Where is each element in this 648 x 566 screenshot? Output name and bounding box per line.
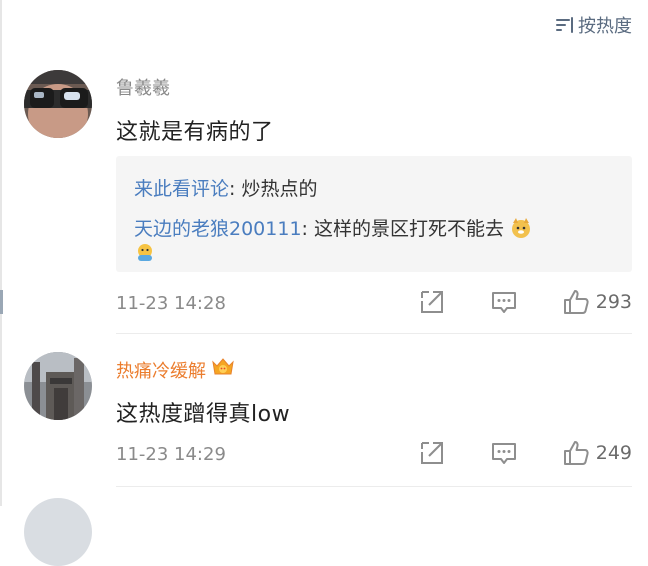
comment-timestamp: 11-23 14:29 (116, 444, 226, 465)
avatar[interactable] (24, 70, 92, 138)
like-count: 249 (595, 442, 632, 464)
like-button[interactable]: 293 (562, 288, 632, 316)
doge-emoji-icon (510, 217, 532, 244)
reply-text: : 炒热点的 (229, 178, 318, 200)
avatar[interactable] (24, 352, 92, 420)
comment-content: 这热度蹭得真low (116, 402, 291, 427)
emoji-icon (134, 244, 156, 269)
comment-actions: 249 (418, 439, 632, 467)
like-button[interactable]: 249 (562, 439, 632, 467)
scroll-indicator[interactable] (0, 290, 3, 314)
reply-preview-box[interactable]: 来此看评论: 炒热点的 天边的老狼200111: 这样的景区打死不能去 (116, 156, 632, 272)
comment-content: 这就是有病的了 (116, 120, 274, 145)
comment-timestamp: 11-23 14:28 (116, 293, 226, 314)
left-edge-border (0, 0, 2, 506)
reply-emoji-line (134, 242, 156, 269)
comment-icon[interactable] (490, 288, 518, 316)
reply-item: 天边的老狼200111: 这样的景区打死不能去 (134, 214, 532, 244)
thumbs-up-icon (562, 439, 590, 467)
divider (116, 486, 632, 487)
vip-badge-icon (210, 356, 236, 383)
sort-label: 按热度 (578, 16, 632, 37)
comment-actions: 293 (418, 288, 632, 316)
thumbs-up-icon (562, 288, 590, 316)
comment-icon[interactable] (490, 439, 518, 467)
share-icon[interactable] (418, 288, 446, 316)
comment-username[interactable]: 热痛冷缓解 (116, 356, 236, 383)
reply-item: 来此看评论: 炒热点的 (134, 174, 317, 201)
divider (116, 333, 632, 334)
comment-username[interactable]: 鲁羲羲 (116, 74, 170, 100)
sort-lines-icon (556, 17, 574, 33)
avatar[interactable] (24, 498, 92, 566)
sort-by-hot-button[interactable]: 按热度 (556, 12, 632, 38)
reply-text: : 这样的景区打死不能去 (301, 218, 504, 240)
reply-username[interactable]: 天边的老狼200111 (134, 218, 302, 240)
reply-username[interactable]: 来此看评论 (134, 178, 229, 200)
like-count: 293 (595, 291, 632, 313)
share-icon[interactable] (418, 439, 446, 467)
